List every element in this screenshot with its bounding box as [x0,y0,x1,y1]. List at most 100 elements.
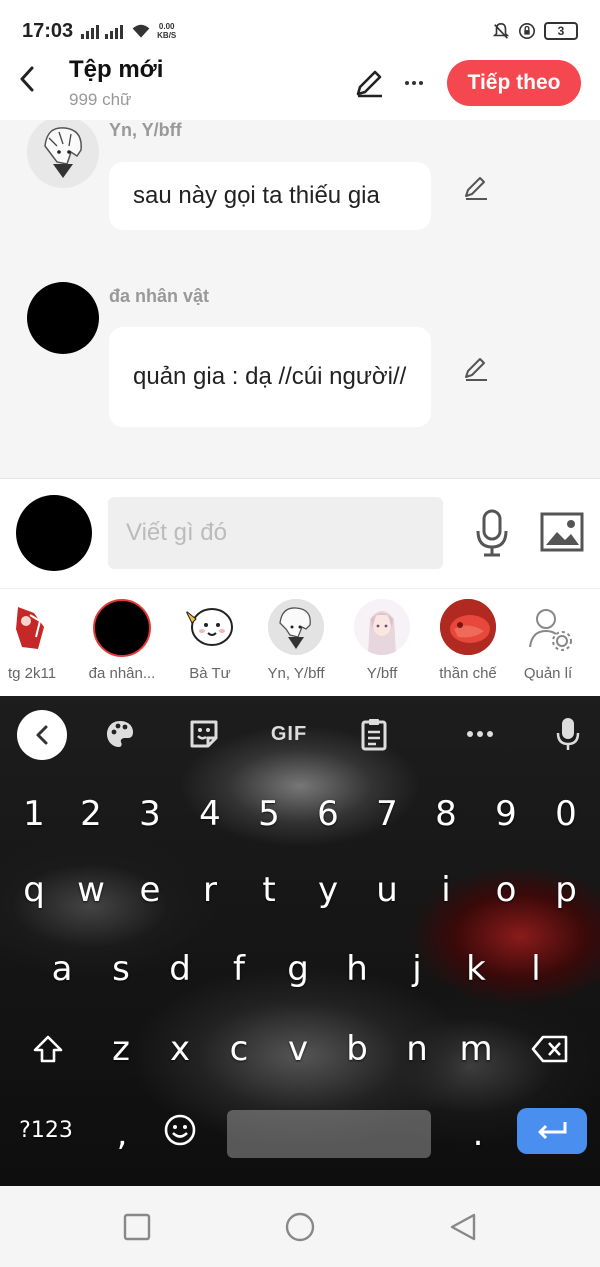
character-item[interactable]: tg 2k11 [0,599,72,682]
message-bubble[interactable]: sau này gọi ta thiếu gia [109,162,431,230]
message-input[interactable]: Viết gì đó [108,497,443,569]
character-item[interactable]: đa nhân... [82,599,162,682]
comma-key[interactable]: , [94,1094,150,1174]
edit-pencil-icon[interactable] [462,355,490,383]
keyboard-row-3: z x c v b n m [0,1009,600,1089]
word-count: 999 chữ [69,90,132,109]
avatar[interactable] [27,282,99,354]
key-g[interactable]: g [270,929,326,1009]
character-label: Y/bff [366,665,398,682]
key-p[interactable]: p [538,850,594,930]
key-k[interactable]: k [448,929,504,1009]
mute-bell-icon [492,22,510,39]
key-l[interactable]: l [508,929,564,1009]
character-label: thần chế [439,665,497,682]
avatar[interactable] [27,120,99,188]
enter-key[interactable] [517,1108,587,1154]
key-w[interactable]: w [63,850,119,930]
clipboard-icon[interactable] [354,714,394,754]
period-key[interactable]: . [450,1094,506,1174]
key-d[interactable]: d [152,929,208,1009]
back-triangle-icon[interactable] [448,1212,478,1242]
message-sender: đa nhân vật [109,286,210,306]
key-s[interactable]: s [93,929,149,1009]
emoji-key[interactable] [152,1090,208,1170]
character-item[interactable]: Bà Tư [170,599,250,682]
character-avatar [354,599,410,655]
chevron-left-icon [36,725,48,745]
key-c[interactable]: c [211,1009,267,1089]
key-r[interactable]: r [182,850,238,930]
key-i[interactable]: i [418,850,474,930]
more-icon[interactable] [462,714,498,754]
soft-keyboard: GIF 1 2 3 4 5 6 7 8 9 0 q w e r t y u i … [0,696,600,1186]
key-t[interactable]: t [241,850,297,930]
symbols-key[interactable]: ?123 [14,1090,78,1170]
back-button[interactable] [10,62,44,96]
shift-key[interactable] [20,1009,76,1089]
character-item[interactable]: Y/bff [342,599,422,682]
character-label: tg 2k11 [7,665,57,682]
key-8[interactable]: 8 [418,774,474,854]
sticker-icon[interactable] [184,714,224,754]
message-bubble[interactable]: quản gia : dạ //cúi người// [109,327,431,427]
key-y[interactable]: y [300,850,356,930]
keyboard-collapse-button[interactable] [17,710,67,760]
key-4[interactable]: 4 [182,774,238,854]
image-icon[interactable] [540,512,584,552]
character-item[interactable]: thần chế [428,599,508,682]
key-f[interactable]: f [211,929,267,1009]
gif-button[interactable]: GIF [264,714,314,754]
edit-pencil-icon[interactable] [462,174,490,202]
more-options-button[interactable] [400,66,428,100]
character-item[interactable]: Yn, Y/bff [256,599,336,682]
character-label: Quản lí [523,665,573,682]
key-q[interactable]: q [6,850,62,930]
key-e[interactable]: e [122,850,178,930]
key-j[interactable]: j [389,929,445,1009]
compose-bar: Viết gì đó [0,478,600,588]
keyboard-row-2: a s d f g h j k l [0,929,600,1009]
key-u[interactable]: u [359,850,415,930]
next-button[interactable]: Tiếp theo [447,60,581,106]
key-5[interactable]: 5 [241,774,297,854]
emoji-icon [164,1114,196,1146]
system-nav-bar [0,1186,600,1267]
key-9[interactable]: 9 [478,774,534,854]
edit-pencil-icon[interactable] [352,66,386,100]
key-v[interactable]: v [270,1009,326,1089]
space-bar[interactable] [227,1110,431,1158]
home-circle-icon[interactable] [285,1212,315,1242]
status-time: 17:03 [22,19,74,42]
key-1[interactable]: 1 [6,774,62,854]
character-avatar [93,599,151,657]
key-x[interactable]: x [152,1009,208,1089]
backspace-icon [531,1035,568,1063]
key-h[interactable]: h [329,929,385,1009]
microphone-icon[interactable] [472,509,512,557]
character-label: đa nhân... [88,665,156,682]
voice-input-icon[interactable] [548,714,588,754]
current-character-avatar[interactable] [16,495,92,571]
key-2[interactable]: 2 [63,774,119,854]
signal-icon-2 [105,23,124,39]
recents-square-icon[interactable] [122,1212,152,1242]
key-3[interactable]: 3 [122,774,178,854]
key-a[interactable]: a [34,929,90,1009]
key-b[interactable]: b [329,1009,385,1089]
app-header: Tệp mới 999 chữ Tiếp theo [0,48,600,120]
key-n[interactable]: n [389,1009,445,1089]
key-o[interactable]: o [478,850,534,930]
backspace-key[interactable] [522,1009,578,1089]
key-6[interactable]: 6 [300,774,356,854]
palette-icon[interactable] [100,714,140,754]
rotation-lock-icon [518,22,536,40]
key-m[interactable]: m [448,1009,504,1089]
key-7[interactable]: 7 [359,774,415,854]
manage-characters-button[interactable]: Quản lí [508,599,588,682]
signal-icon [81,23,100,39]
character-avatar [440,599,496,655]
wifi-icon [132,24,150,38]
key-z[interactable]: z [93,1009,149,1089]
key-0[interactable]: 0 [538,774,594,854]
